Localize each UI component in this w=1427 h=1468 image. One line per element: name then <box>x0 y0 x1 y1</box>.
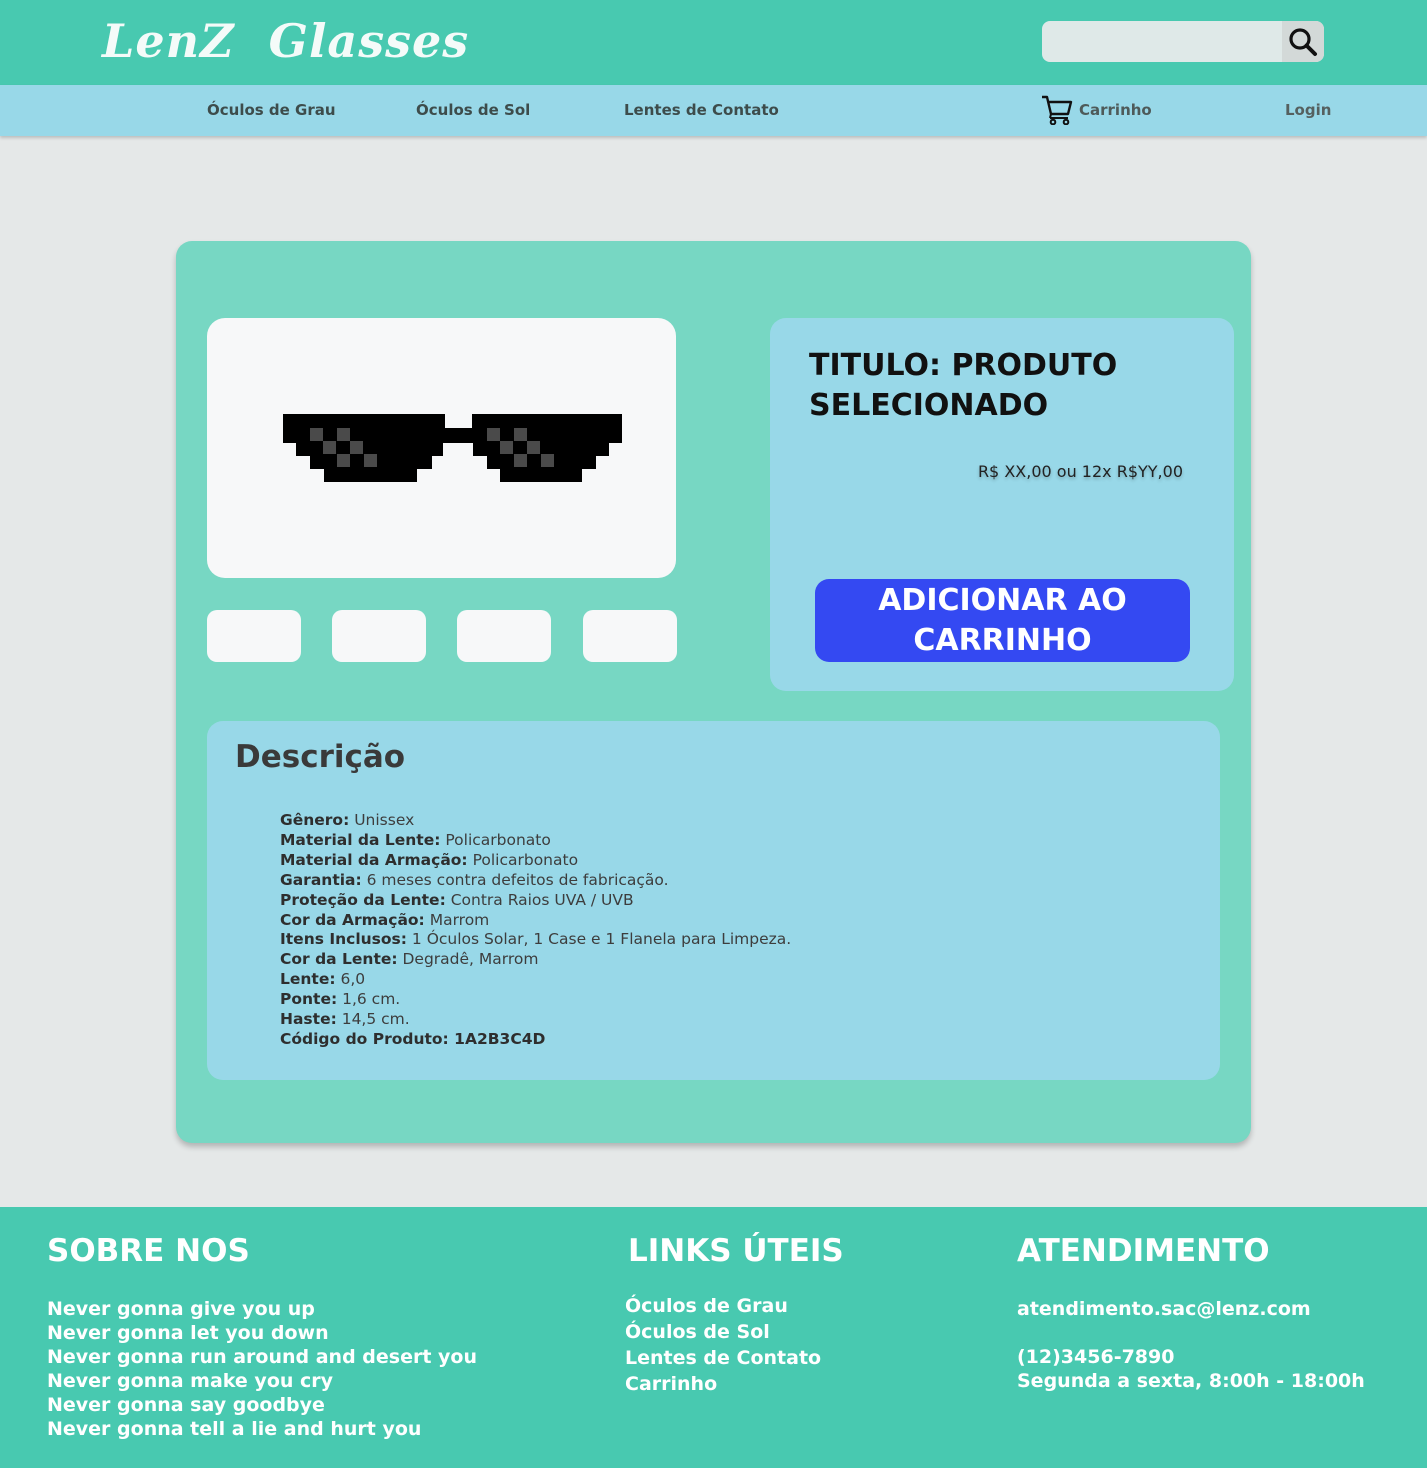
add-to-cart-button[interactable]: ADICIONAR AO CARRINHO <box>815 579 1190 662</box>
product-card: TITULO: PRODUTO SELECIONADO R$ XX,00 ou … <box>176 241 1251 1143</box>
footer-about-line: Never gonna make you cry <box>47 1370 334 1392</box>
product-main-image[interactable] <box>207 318 676 578</box>
nav-oculos-de-grau[interactable]: Óculos de Grau <box>207 101 336 119</box>
search-box <box>1042 21 1324 62</box>
logo[interactable]: LenZ Glasses <box>102 14 469 68</box>
spec-item: Garantia: 6 meses contra defeitos de fab… <box>280 871 791 891</box>
spec-value: Policarbonato <box>440 830 551 849</box>
footer: SOBRE NOS Never gonna give you up Never … <box>0 1207 1427 1468</box>
search-input[interactable] <box>1042 21 1280 62</box>
spec-label: Itens Inclusos: <box>280 930 407 949</box>
nav-oculos-de-sol[interactable]: Óculos de Sol <box>416 101 530 119</box>
product-info-panel: TITULO: PRODUTO SELECIONADO R$ XX,00 ou … <box>770 318 1234 691</box>
main-nav: Óculos de Grau Óculos de Sol Lentes de C… <box>0 85 1427 136</box>
product-title: TITULO: PRODUTO SELECIONADO <box>809 348 1118 423</box>
spec-item: Código do Produto: 1A2B3C4D <box>280 1030 791 1050</box>
nav-cart[interactable]: Carrinho <box>1041 95 1152 125</box>
spec-item: Gênero: Unissex <box>280 811 791 831</box>
spec-value: 14,5 cm. <box>336 1010 410 1029</box>
support-phone: (12)3456-7890 <box>1017 1346 1175 1368</box>
spec-item: Ponte: 1,6 cm. <box>280 990 791 1010</box>
footer-link-oculos-de-grau[interactable]: Óculos de Grau <box>625 1293 821 1319</box>
footer-link-lentes-de-contato[interactable]: Lentes de Contato <box>625 1345 821 1371</box>
spec-label: Material da Armação: <box>280 850 468 869</box>
spec-item: Lente: 6,0 <box>280 970 791 990</box>
spec-item: Proteção da Lente: Contra Raios UVA / UV… <box>280 891 791 911</box>
cart-icon <box>1042 95 1073 125</box>
spec-label: Cor da Armação: <box>280 910 425 929</box>
footer-support-heading: ATENDIMENTO <box>1017 1233 1270 1269</box>
spec-label: Proteção da Lente: <box>280 890 446 909</box>
spec-item: Itens Inclusos: 1 Óculos Solar, 1 Case e… <box>280 930 791 950</box>
description-heading: Descrição <box>235 739 406 775</box>
spacer <box>1017 1321 1365 1345</box>
spec-value: 1 Óculos Solar, 1 Case e 1 Flanela para … <box>406 930 792 949</box>
spec-list: Gênero: Unissex Material da Lente: Polic… <box>280 811 791 1050</box>
support-email[interactable]: atendimento.sac@lenz.com <box>1017 1297 1365 1321</box>
spec-label: Cor da Lente: <box>280 950 398 969</box>
thumbnail-1[interactable] <box>207 610 301 662</box>
footer-about-text: Never gonna give you up Never gonna let … <box>47 1297 477 1441</box>
spec-value: Degradê, Marrom <box>397 950 539 969</box>
spec-value: 1,6 cm. <box>337 990 401 1009</box>
nav-lentes-de-contato[interactable]: Lentes de Contato <box>624 101 779 119</box>
spec-value: 6 meses contra defeitos de fabricação. <box>361 870 669 889</box>
footer-links: Óculos de Grau Óculos de Sol Lentes de C… <box>625 1293 821 1397</box>
footer-about-line: Never gonna run around and desert you <box>47 1346 478 1368</box>
sunglasses-image <box>283 414 622 482</box>
footer-link-carrinho[interactable]: Carrinho <box>625 1371 821 1397</box>
footer-about-line: Never gonna say goodbye <box>47 1394 325 1416</box>
spec-value: Unissex <box>349 811 415 829</box>
spec-value: 1A2B3C4D <box>448 1029 546 1048</box>
thumbnail-3[interactable] <box>457 610 551 662</box>
nav-cart-label: Carrinho <box>1079 101 1152 119</box>
spec-item: Cor da Lente: Degradê, Marrom <box>280 950 791 970</box>
spec-value: Contra Raios UVA / UVB <box>445 890 634 909</box>
spec-value: Policarbonato <box>467 850 579 869</box>
spec-label: Haste: <box>280 1010 337 1029</box>
nav-login[interactable]: Login <box>1285 101 1331 119</box>
product-price: R$ XX,00 ou 12x R$YY,00 <box>977 462 1183 481</box>
footer-link-oculos-de-sol[interactable]: Óculos de Sol <box>625 1319 821 1345</box>
footer-about-heading: SOBRE NOS <box>47 1233 250 1269</box>
footer-support-info: atendimento.sac@lenz.com (12)3456-7890 S… <box>1017 1297 1365 1393</box>
search-icon <box>1289 27 1317 56</box>
spec-label: Gênero: <box>280 811 350 829</box>
description-panel: Descrição Gênero: Unissex Material da Le… <box>207 721 1220 1080</box>
spec-label: Código do Produto: <box>280 1029 449 1048</box>
spec-item: Material da Lente: Policarbonato <box>280 831 791 851</box>
thumbnail-4[interactable] <box>583 610 677 662</box>
spec-item: Cor da Armação: Marrom <box>280 911 791 931</box>
search-button[interactable] <box>1282 21 1324 62</box>
footer-links-heading: LINKS ÚTEIS <box>628 1233 844 1269</box>
spec-label: Lente: <box>280 970 336 989</box>
spec-item: Haste: 14,5 cm. <box>280 1010 791 1030</box>
spec-label: Ponte: <box>280 990 338 1009</box>
thumbnail-2[interactable] <box>332 610 426 662</box>
header: LenZ Glasses <box>0 0 1427 85</box>
spec-value: Marrom <box>424 910 490 929</box>
spec-label: Garantia: <box>280 870 362 889</box>
spec-item: Material da Armação: Policarbonato <box>280 851 791 871</box>
spec-value: 6,0 <box>335 970 366 989</box>
footer-about-line: Never gonna give you up <box>47 1298 315 1320</box>
spec-label: Material da Lente: <box>280 830 441 849</box>
footer-about-line: Never gonna let you down <box>47 1322 329 1344</box>
footer-about-line: Never gonna tell a lie and hurt you <box>47 1418 422 1440</box>
support-hours: Segunda a sexta, 8:00h - 18:00h <box>1017 1370 1365 1392</box>
